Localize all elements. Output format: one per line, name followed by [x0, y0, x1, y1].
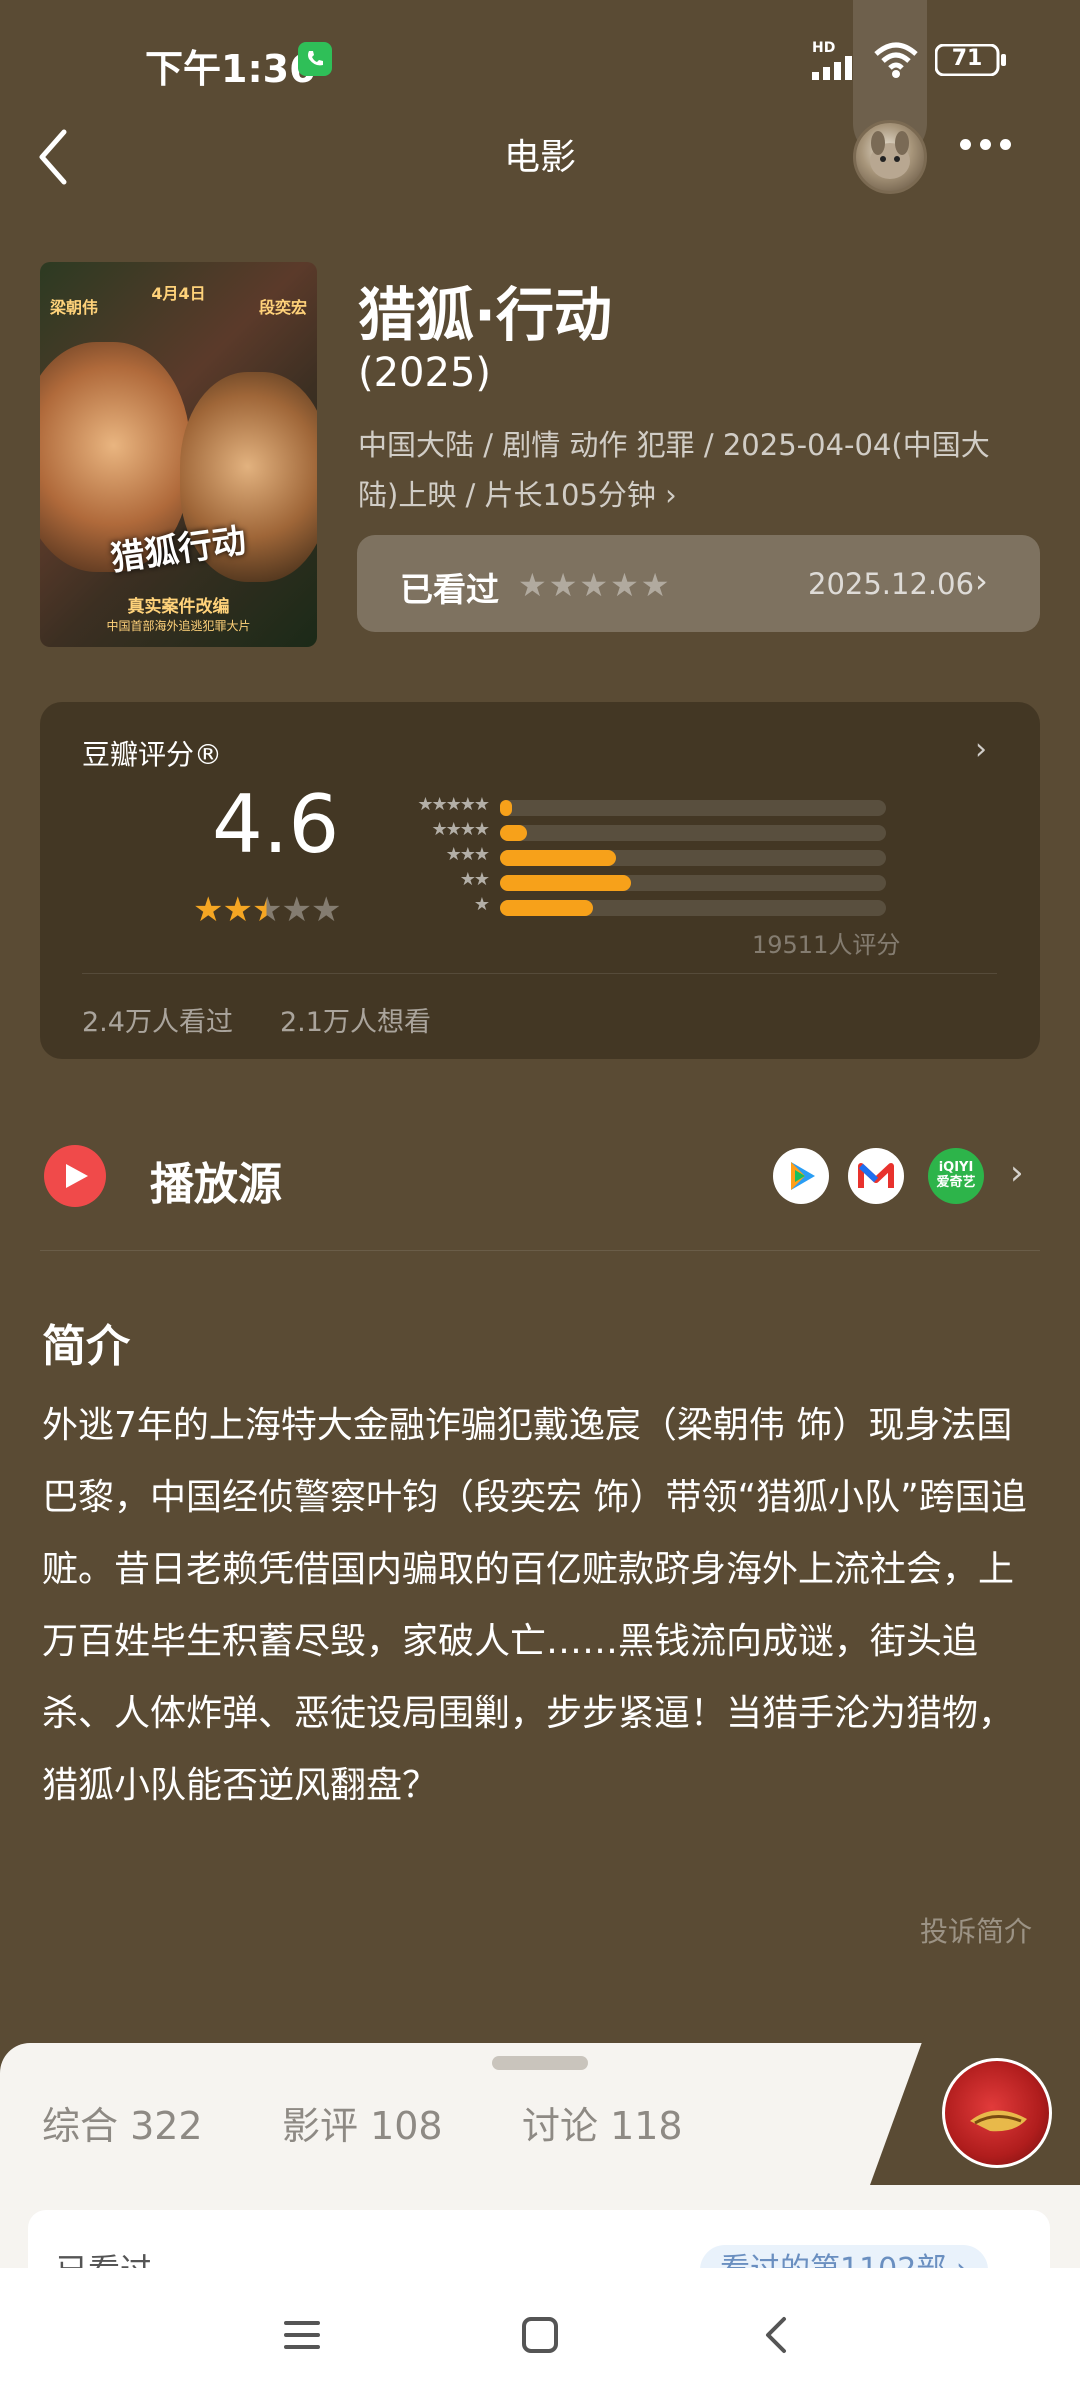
home-icon[interactable]: [510, 2305, 570, 2365]
floating-action-button[interactable]: [942, 2058, 1052, 2168]
watched-label: 已看过: [400, 570, 499, 609]
report-synopsis-link[interactable]: 投诉简介: [920, 1910, 1032, 1950]
tab-reviews[interactable]: 影评 108: [282, 2095, 443, 2150]
iqiyi-icon[interactable]: iQIYI 爱奇艺: [928, 1148, 984, 1204]
distribution-track: [500, 800, 886, 816]
rating-distribution-row: ★★★★★: [0, 794, 1080, 820]
more-options-button[interactable]: [960, 135, 1024, 175]
distribution-track: [500, 825, 886, 841]
distribution-stars: ★: [473, 894, 490, 915]
distribution-stars: ★★: [459, 869, 490, 890]
back-nav-icon[interactable]: [748, 2305, 808, 2365]
distribution-bar: [500, 850, 616, 866]
rating-distribution-row: ★★: [0, 869, 1080, 895]
status-time: 下午1:36: [145, 47, 316, 91]
play-sources-label[interactable]: 播放源: [150, 1148, 282, 1212]
tencent-video-icon[interactable]: [773, 1148, 829, 1204]
distribution-stars: ★★★: [445, 844, 490, 865]
avatar[interactable]: [853, 120, 927, 194]
rating-count: 19511人评分: [752, 931, 901, 959]
rating-distribution-row: ★: [0, 894, 1080, 920]
movie-meta[interactable]: 中国大陆 / 剧情 动作 犯罪 / 2025-04-04(中国大陆)上映 / 片…: [358, 420, 1018, 520]
want-count[interactable]: 2.1万人想看: [280, 1000, 431, 1039]
distribution-stars: ★★★★: [431, 819, 490, 840]
movie-year: (2025): [358, 350, 492, 396]
poster-actor-right: 段奕宏: [258, 298, 307, 317]
synopsis-title: 简介: [42, 1321, 130, 1372]
distribution-track: [500, 900, 886, 916]
mgtv-icon[interactable]: [848, 1148, 904, 1204]
chevron-right-icon[interactable]: ›: [1010, 1153, 1024, 1193]
rating-distribution-row: ★★★★: [0, 819, 1080, 845]
divider: [82, 973, 997, 974]
distribution-track: [500, 875, 886, 891]
my-rating-stars[interactable]: ★★★★★: [518, 566, 671, 604]
poster-subline: 中国首部海外追逃犯罪大片: [106, 619, 251, 633]
rating-distribution-row: ★★★: [0, 844, 1080, 870]
watched-date: 2025.12.06: [808, 567, 975, 601]
distribution-stars: ★★★★★: [417, 794, 490, 815]
poster-actor-left: 梁朝伟: [50, 298, 99, 317]
watched-count[interactable]: 2.4万人看过: [82, 1000, 233, 1039]
chevron-right-icon: ›: [975, 562, 988, 600]
sheet-drag-handle[interactable]: [492, 2056, 588, 2070]
phone-call-icon: [298, 42, 332, 76]
distribution-bar: [500, 900, 593, 916]
rating-label: 豆瓣评分®: [82, 738, 223, 771]
tab-discussions[interactable]: 讨论 118: [522, 2095, 683, 2150]
distribution-bar: [500, 800, 512, 816]
menu-icon[interactable]: [272, 2305, 332, 2365]
distribution-bar: [500, 875, 632, 891]
synopsis-text: 外逃7年的上海特大金融诈骗犯戴逸宸（梁朝伟 饰）现身法国巴黎，中国经侦警察叶钧（…: [42, 1405, 1027, 1806]
play-icon[interactable]: [44, 1145, 106, 1207]
battery-level: 71: [951, 46, 983, 71]
poster-tagline: 真实案件改编: [127, 597, 230, 617]
movie-poster[interactable]: 4月4日 梁朝伟 段奕宏 猎狐行动 真实案件改编 中国首部海外追逃犯罪大片: [40, 262, 317, 647]
chevron-right-icon: ›: [975, 732, 987, 767]
movie-title: 猎狐·行动: [358, 281, 613, 349]
network-hd-label: HD: [812, 40, 836, 56]
tab-overview[interactable]: 综合 322: [42, 2095, 203, 2150]
distribution-track: [500, 850, 886, 866]
distribution-bar: [500, 825, 528, 841]
divider: [40, 1250, 1040, 1251]
